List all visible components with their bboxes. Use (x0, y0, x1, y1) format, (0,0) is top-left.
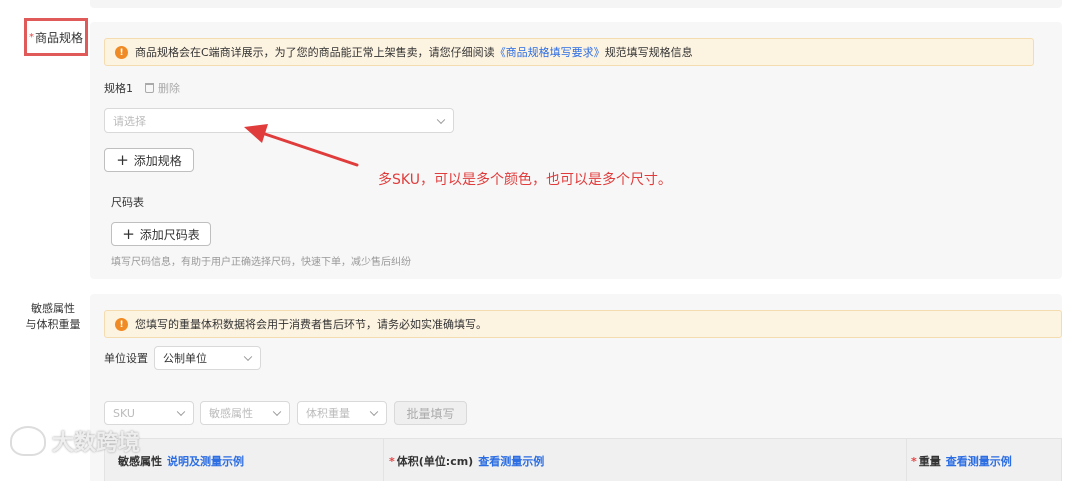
volume-example-link[interactable]: 查看测量示例 (478, 455, 544, 468)
sensitive-filter-select[interactable]: 敏感属性 (200, 401, 290, 425)
table-header-volume: * 体积(单位:cm) 查看测量示例 (389, 455, 545, 468)
warning-icon: ! (115, 318, 128, 331)
unit-select[interactable]: 公制单位 (154, 346, 261, 370)
volume-filter-placeholder: 体积重量 (306, 407, 350, 420)
batch-fill-label: 批量填写 (406, 406, 455, 421)
table-header-row: 敏感属性 说明及测量示例 * 体积(单位:cm) 查看测量示例 * 重量 查看测量示例 (104, 438, 1062, 481)
table-header-weight: * 重量 查看测量示例 (911, 455, 1012, 468)
column-divider (383, 439, 384, 481)
sensitive-label-line2: 与体积重量 (25, 318, 81, 331)
sensitive-notice-text: 您填写的重量体积数据将会用于消费者售后环节，请务必如实准确填写。 (135, 318, 487, 331)
chevron-down-icon (243, 352, 253, 362)
watermark-logo: 大数跨境 (0, 400, 150, 481)
sensitive-filter-placeholder: 敏感属性 (209, 407, 253, 420)
unit-setting-label: 单位设置 (104, 352, 148, 365)
chevron-down-icon (176, 407, 186, 417)
chevron-down-icon (369, 407, 379, 417)
weight-example-link[interactable]: 查看测量示例 (946, 455, 1012, 468)
unit-select-value: 公制单位 (163, 352, 207, 365)
sensitive-notice: ! 您填写的重量体积数据将会用于消费者售后环节，请务必如实准确填写。 (104, 310, 1062, 338)
volume-filter-select[interactable]: 体积重量 (297, 401, 387, 425)
sensitive-label-line1: 敏感属性 (31, 302, 75, 315)
sensitive-example-link[interactable]: 说明及测量示例 (167, 455, 244, 468)
chat-bubble-icon (10, 425, 46, 456)
column-divider (906, 439, 907, 481)
batch-fill-button[interactable]: 批量填写 (394, 401, 467, 425)
watermark-text: 大数跨境 (52, 430, 141, 456)
sensitive-section-label: 敏感属性 与体积重量 (18, 301, 88, 333)
chevron-down-icon (272, 407, 282, 417)
annotation-text: 多SKU，可以是多个颜色，也可以是多个尺寸。 (378, 172, 672, 188)
